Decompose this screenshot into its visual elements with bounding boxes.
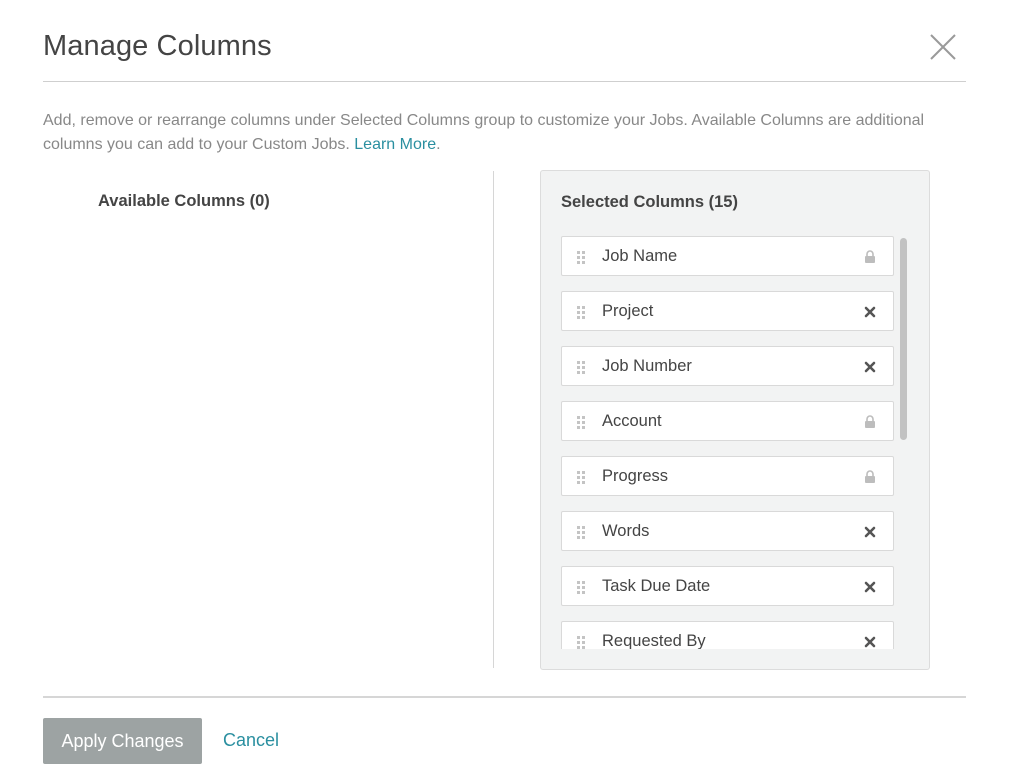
available-columns-title: Available Columns (0) — [98, 192, 270, 210]
remove-column-icon[interactable] — [863, 359, 877, 375]
drag-handle-icon[interactable] — [575, 414, 587, 430]
remove-column-icon[interactable] — [863, 304, 877, 320]
selected-column-label: Project — [602, 302, 654, 320]
drag-handle-icon[interactable] — [575, 304, 587, 320]
footer-divider — [43, 696, 966, 698]
drag-handle-icon[interactable] — [575, 579, 587, 595]
column-divider — [493, 171, 494, 668]
selected-column-item[interactable]: Progress — [561, 456, 894, 496]
selected-columns-title: Selected Columns (15) — [561, 193, 738, 211]
close-button[interactable] — [928, 32, 958, 62]
selected-column-label: Account — [602, 412, 662, 430]
remove-column-icon[interactable] — [863, 634, 877, 649]
lock-icon — [863, 414, 877, 430]
remove-column-icon[interactable] — [863, 579, 877, 595]
apply-changes-button[interactable]: Apply Changes — [43, 718, 202, 764]
drag-handle-icon[interactable] — [575, 524, 587, 540]
selected-column-label: Job Name — [602, 247, 678, 265]
remove-column-icon[interactable] — [863, 524, 877, 540]
selected-columns-panel: Selected Columns (15) Job Name Project Job… — [540, 170, 930, 670]
selected-list-scrollbar[interactable] — [900, 238, 907, 440]
description-period: . — [436, 136, 441, 153]
selected-column-item[interactable]: Requested By — [561, 621, 894, 649]
selected-column-label: Task Due Date — [602, 577, 711, 595]
selected-column-item[interactable]: Words — [561, 511, 894, 551]
selected-column-label: Requested By — [602, 632, 706, 649]
lock-icon — [863, 249, 877, 265]
drag-handle-icon[interactable] — [575, 469, 587, 485]
selected-column-item[interactable]: Job Number — [561, 346, 894, 386]
description-text: Add, remove or rearrange columns under S… — [43, 112, 925, 153]
selected-columns-list: Job Name Project Job Number Account Progress… — [561, 236, 895, 649]
lock-icon — [863, 469, 877, 485]
cancel-link[interactable]: Cancel — [223, 730, 279, 751]
selected-column-item[interactable]: Task Due Date — [561, 566, 894, 606]
drag-handle-icon[interactable] — [575, 634, 587, 649]
dialog-description: Add, remove or rearrange columns under S… — [43, 109, 963, 157]
selected-column-item[interactable]: Job Name — [561, 236, 894, 276]
selected-column-item[interactable]: Project — [561, 291, 894, 331]
dialog-title: Manage Columns — [43, 30, 272, 62]
selected-column-label: Progress — [602, 467, 669, 485]
drag-handle-icon[interactable] — [575, 249, 587, 265]
header-divider — [43, 81, 966, 82]
learn-more-link[interactable]: Learn More — [354, 136, 436, 153]
selected-column-item[interactable]: Account — [561, 401, 894, 441]
close-icon — [930, 34, 956, 60]
drag-handle-icon[interactable] — [575, 359, 587, 375]
selected-column-label: Words — [602, 522, 650, 540]
selected-column-label: Job Number — [602, 357, 692, 375]
